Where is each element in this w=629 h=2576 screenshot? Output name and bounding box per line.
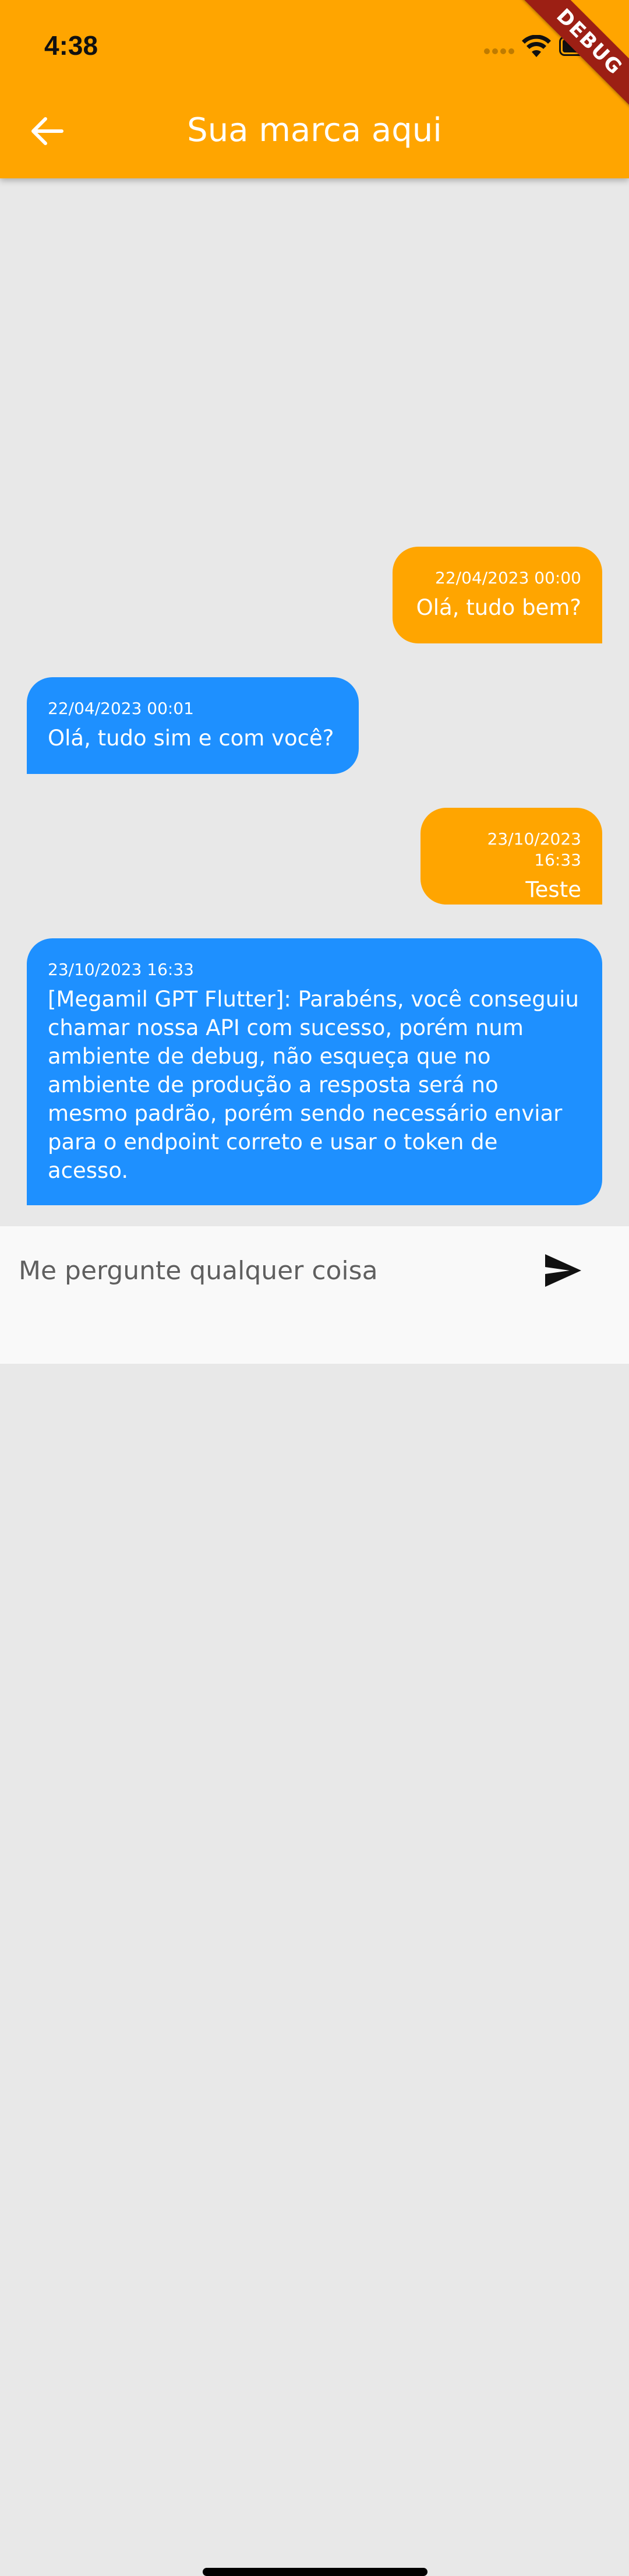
message-bubble-received: 23/10/2023 16:33 [Megamil GPT Flutter]: … <box>27 938 602 1205</box>
message-timestamp: 22/04/2023 00:00 <box>435 568 581 587</box>
send-button[interactable] <box>543 1252 584 1289</box>
message-text: Teste <box>525 877 581 902</box>
message-text: Olá, tudo sim e com você? <box>48 726 334 751</box>
message-timestamp: 22/04/2023 00:01 <box>48 699 194 718</box>
message-bubble-received: 22/04/2023 00:01 Olá, tudo sim e com voc… <box>27 677 359 774</box>
wifi-icon <box>522 35 551 57</box>
home-indicator <box>203 2568 427 2576</box>
message-timestamp: 23/10/2023 16:33 <box>48 960 194 979</box>
message-composer <box>0 1226 629 2576</box>
cellular-signal-icon <box>484 48 514 54</box>
message-text: Olá, tudo bem? <box>416 595 581 620</box>
message-bubble-sent: 22/04/2023 00:00 Olá, tudo bem? <box>393 547 602 643</box>
send-icon <box>545 1254 581 1287</box>
message-text: [Megamil GPT Flutter]: Parabéns, você co… <box>48 987 579 1183</box>
chat-message-list[interactable]: 22/04/2023 00:00 Olá, tudo bem? 22/04/20… <box>0 178 629 1226</box>
message-input[interactable] <box>17 1250 509 1291</box>
message-timestamp: 23/10/2023 16:33 <box>487 829 581 870</box>
page-title: Sua marca aqui <box>187 111 442 149</box>
app-bar: 4:38 DEBUG Sua marca aqui <box>0 0 629 178</box>
status-time: 4:38 <box>44 30 98 61</box>
message-bubble-sent: 23/10/2023 16:33 Teste <box>420 808 602 905</box>
